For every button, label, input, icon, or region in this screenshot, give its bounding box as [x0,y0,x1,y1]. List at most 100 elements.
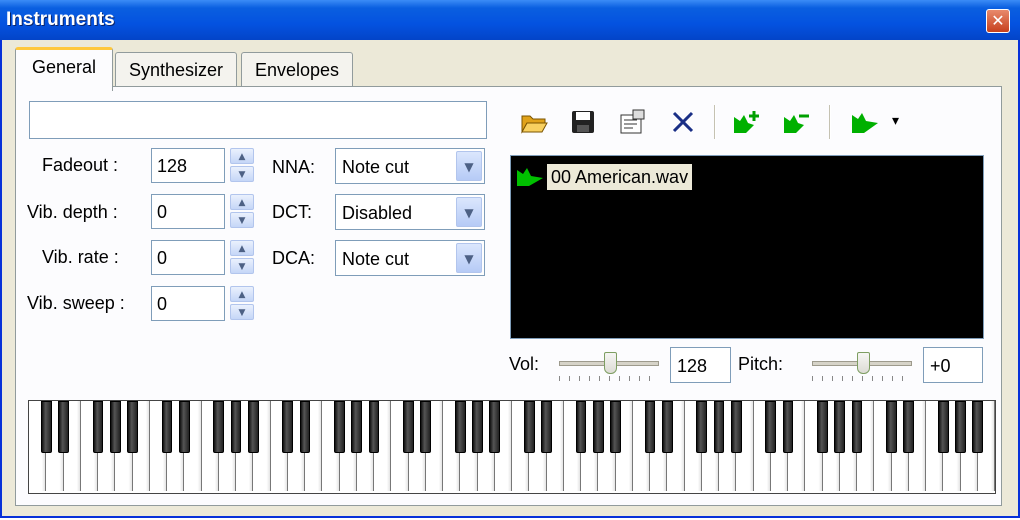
black-key[interactable] [834,401,846,453]
black-key[interactable] [592,401,604,453]
black-key[interactable] [403,401,414,453]
black-key[interactable] [541,401,552,453]
spin-up-icon[interactable]: ▲ [230,194,254,210]
window-title: Instruments [6,9,115,30]
vib-sweep-spinner[interactable]: ▲ ▼ [230,286,254,321]
vib-sweep-input[interactable]: 0 [151,286,225,321]
vib-rate-spinner[interactable]: ▲ ▼ [230,240,254,275]
black-key[interactable] [955,401,966,453]
vib-depth-input[interactable]: 0 [151,194,225,229]
remove-sample-icon[interactable] [782,107,812,137]
pitch-slider[interactable] [812,350,912,386]
list-item[interactable]: 00 American.wav [517,164,693,190]
black-key[interactable] [610,401,621,453]
pitch-label: Pitch: [738,354,784,374]
instrument-name-input[interactable] [29,101,487,139]
black-key[interactable] [713,401,725,453]
dct-value: Disabled [342,203,413,223]
black-key[interactable] [247,401,259,453]
black-key[interactable] [454,401,466,453]
black-key[interactable] [937,401,949,453]
black-key[interactable] [368,401,380,453]
black-key[interactable] [161,401,173,453]
pitch-value[interactable]: +0 [923,347,983,383]
black-key[interactable] [420,401,432,453]
black-key[interactable] [472,401,483,453]
chevron-down-icon[interactable]: ▼ [456,151,482,181]
tab-synthesizer[interactable]: Synthesizer [115,52,237,87]
spin-down-icon[interactable]: ▼ [230,258,254,274]
volume-value[interactable]: 128 [670,347,731,383]
toolbar-separator [714,105,716,139]
open-folder-icon[interactable] [519,107,549,137]
black-key[interactable] [851,401,863,453]
tab-general[interactable]: General [15,47,113,91]
black-key[interactable] [334,401,345,453]
spin-down-icon[interactable]: ▼ [230,212,254,228]
slider-thumb[interactable] [857,352,870,374]
black-key[interactable] [644,401,656,453]
tab-envelopes[interactable]: Envelopes [241,52,353,87]
nna-label: NNA: [272,157,316,177]
spin-down-icon[interactable]: ▼ [230,304,254,320]
nna-select[interactable]: Note cut ▼ [335,148,485,184]
piano-keyboard[interactable] [28,400,996,494]
black-key[interactable] [58,401,69,453]
play-sample-icon[interactable] [850,107,880,137]
black-key[interactable] [730,401,742,453]
dca-value: Note cut [342,249,410,269]
vib-sweep-label: Vib. sweep : [27,293,125,313]
black-key[interactable] [178,401,190,453]
vol-label: Vol: [509,354,540,374]
black-key[interactable] [299,401,311,453]
vib-depth-spinner[interactable]: ▲ ▼ [230,194,254,229]
black-key[interactable] [282,401,294,453]
black-key[interactable] [696,401,708,453]
play-dropdown-arrow[interactable]: ▾ [892,112,899,129]
sample-list[interactable]: 00 American.wav [510,155,984,339]
black-key[interactable] [213,401,225,453]
spin-down-icon[interactable]: ▼ [230,166,254,182]
save-icon[interactable] [568,107,598,137]
chevron-down-icon[interactable]: ▼ [456,197,482,227]
black-key[interactable] [661,401,673,453]
toolbar-separator [829,105,831,139]
fadeout-label: Fadeout : [42,155,119,175]
slider-ticks [812,376,912,381]
volume-slider[interactable] [559,350,659,386]
black-key[interactable] [127,401,138,453]
black-key[interactable] [782,401,794,453]
black-key[interactable] [523,401,535,453]
close-button[interactable]: ✕ [986,9,1010,33]
black-key[interactable] [817,401,828,453]
slider-ticks [559,376,659,381]
black-key[interactable] [351,401,363,453]
dct-label: DCT: [272,202,312,222]
vib-rate-input[interactable]: 0 [151,240,225,275]
add-sample-icon[interactable] [732,107,762,137]
black-key[interactable] [886,401,897,453]
black-key[interactable] [40,401,52,453]
delete-icon[interactable] [668,107,698,137]
spin-up-icon[interactable]: ▲ [230,286,254,302]
black-key[interactable] [489,401,501,453]
black-key[interactable] [575,401,587,453]
spin-up-icon[interactable]: ▲ [230,148,254,164]
slider-thumb[interactable] [604,352,617,374]
sample-name: 00 American.wav [547,164,693,190]
chevron-down-icon[interactable]: ▼ [456,243,482,273]
dca-select[interactable]: Note cut ▼ [335,240,485,276]
fadeout-spinner[interactable]: ▲ ▼ [230,148,254,183]
black-key[interactable] [972,401,984,453]
black-key[interactable] [92,401,104,453]
black-key[interactable] [903,401,915,453]
nna-value: Note cut [342,157,410,177]
black-key[interactable] [109,401,121,453]
fadeout-input[interactable]: 128 [151,148,225,183]
spin-up-icon[interactable]: ▲ [230,240,254,256]
title-bar[interactable]: Instruments ✕ [0,0,1020,40]
dct-select[interactable]: Disabled ▼ [335,194,485,230]
black-key[interactable] [765,401,777,453]
properties-icon[interactable] [617,107,647,137]
black-key[interactable] [230,401,242,453]
